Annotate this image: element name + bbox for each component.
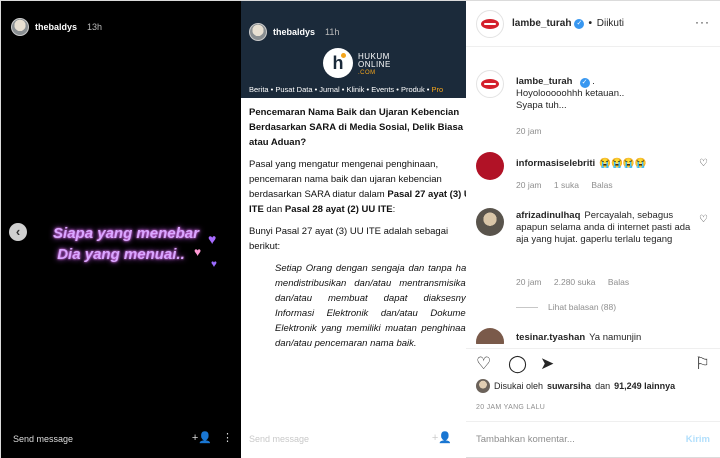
share-icon[interactable]: ➤ [540,355,554,372]
caption-username[interactable]: lambe_turah [516,76,573,87]
avatar[interactable] [249,23,267,41]
heart-icon: ♥ [194,245,202,259]
story-username[interactable]: thebaldys [35,22,77,32]
comment-likes[interactable]: 1 suka [554,180,579,190]
article-paragraph: Pasal yang mengatur mengenai penghinaan,… [249,159,466,215]
heart-icon[interactable]: ♡ [699,158,708,169]
reply-button[interactable]: Balas [608,277,629,287]
send-message-input[interactable]: Send message [249,434,309,444]
avatar[interactable] [476,328,504,344]
story-actions: +👤 ⋮ [192,431,233,444]
heart-icon: ♥ [208,231,217,247]
comment-text: informasiselebriti 😭😭😭😭 [516,158,647,169]
article-title: Pencemaran Nama Baik dan Ujaran Kebencia… [249,107,464,148]
hukumonline-header: thebaldys 11h h HUKUM ONLINE .COM Berita… [241,1,466,98]
avatar[interactable] [476,9,504,38]
verified-icon: ✓ [579,78,590,88]
story-time: 13h [87,22,103,32]
article-body: Pencemaran Nama Baik dan Ujaran Kebencia… [249,105,466,358]
heart-icon[interactable]: ♡ [699,214,708,225]
more-options-icon[interactable]: ⋮ [222,431,233,444]
add-comment-bar: Tambahkan komentar... Kirim [466,421,720,457]
heart-icon: ♥ [211,259,217,270]
lips-icon [481,18,499,29]
story-panel-middle[interactable]: thebaldys 11h h HUKUM ONLINE .COM Berita… [241,1,466,458]
send-message-input[interactable]: Send message [13,434,73,444]
article-quote: Setiap Orang dengan sengaja dan tanpa ha… [275,263,466,349]
caption-line2: Syapa tuh... [516,100,567,111]
story-header: thebaldys 11h [249,23,339,41]
brand-line2: ONLINE [358,60,391,69]
bookmark-icon[interactable]: ⚐ [695,355,710,372]
add-user-icon[interactable]: +👤 [192,431,212,444]
story-caption-line2: Dia yang menuai.. [57,246,185,263]
hukumonline-logo-icon: h [323,48,353,78]
avatar[interactable] [476,208,504,236]
caption-time: 20 jam [516,126,542,136]
story-panel-left[interactable]: thebaldys 13h ‹ Siapa yang menebar Dia y… [1,1,241,458]
post-actions: ♡ ◯ ➤ ⚐ [466,348,720,376]
avatar [476,379,490,393]
liked-by: Disukai oleh suwarsiha dan 91,249 lainny… [476,379,675,393]
comment-meta: 20 jam 1 suka Balas [516,180,613,190]
article-paragraph: Bunyi Pasal 27 ayat (3) UU ITE adalah se… [249,226,449,252]
site-nav-links: Berita • Pusat Data • Jurnal • Klinik • … [249,85,430,94]
site-nav: Berita • Pusat Data • Jurnal • Klinik • … [249,85,443,94]
heart-icon[interactable]: ♡ [476,355,491,372]
story-caption-line1: Siapa yang menebar [53,225,199,242]
hukumonline-wordmark: HUKUM ONLINE .COM [358,53,391,77]
liked-by-count[interactable]: 91,249 lainnya [614,381,675,391]
comments-list: lambe_turah ✓ . Hoyolooooohhh ketauan.. S… [466,48,720,344]
avatar[interactable] [11,18,29,36]
screenshot-frame: thebaldys 13h ‹ Siapa yang menebar Dia y… [0,0,720,458]
comment-likes[interactable]: 2.280 suka [554,277,596,287]
add-user-icon[interactable]: +👤 [432,431,452,444]
comment-meta: 20 jam 2.280 suka Balas [516,277,630,287]
story-caption: Siapa yang menebar Dia yang menuai.. [31,223,221,265]
post-panel: lambe_turah ✓ • Diikuti ··· lambe_turah ✓… [466,1,720,457]
comment-text: tesinar.tyashan Ya namunjin [516,332,642,343]
reply-button[interactable]: Balas [591,180,612,190]
liked-by-user[interactable]: suwarsiha [547,381,591,391]
caption-line1: Hoyolooooohhh ketauan.. [516,88,625,99]
comment-input[interactable]: Tambahkan komentar... [476,434,575,445]
story-header: thebaldys 13h [11,15,102,39]
post-comment-button[interactable]: Kirim [686,434,710,445]
more-options-icon[interactable]: ··· [695,15,710,29]
verified-icon: ✓ [574,18,585,29]
follow-status[interactable]: • Diikuti [588,18,624,29]
post-timestamp: 20 JAM YANG LALU [476,404,546,411]
view-replies-button[interactable]: Lihat balasan (88) [516,302,616,312]
site-nav-pro: Pro [431,85,444,94]
lips-icon [481,79,499,89]
post-username[interactable]: lambe_turah [512,18,571,29]
story-username[interactable]: thebaldys [273,27,315,37]
brand-line3: .COM [358,70,376,76]
comment-username[interactable]: informasiselebriti [516,158,595,169]
post-header: lambe_turah ✓ • Diikuti ··· [466,1,720,47]
comment-text: afrizadinulhaq Percayalah, sebagus apapun… [516,210,691,245]
comment-username[interactable]: tesinar.tyashan [516,332,585,343]
previous-story-icon[interactable]: ‹ [9,223,27,241]
caption-text: lambe_turah ✓ . Hoyolooooohhh ketauan.. S… [516,76,625,111]
avatar[interactable] [476,152,504,180]
avatar[interactable] [476,70,504,98]
comment-username[interactable]: afrizadinulhaq [516,210,580,221]
story-time: 11h [325,27,340,37]
comment-icon[interactable]: ◯ [508,355,527,372]
